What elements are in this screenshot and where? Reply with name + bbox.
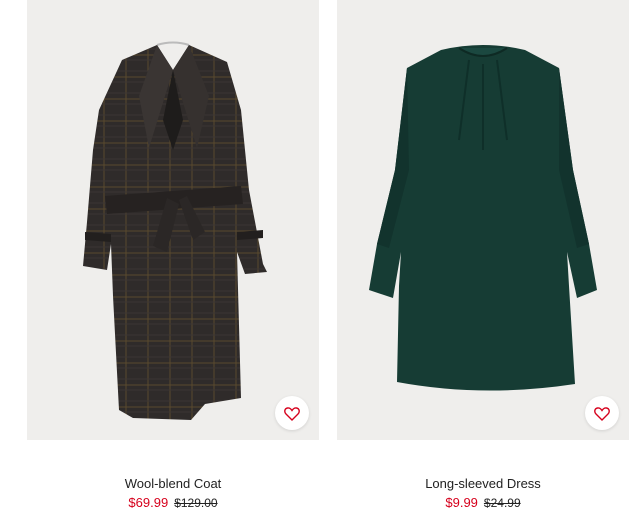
wool-coat-image	[83, 41, 267, 420]
original-price: $24.99	[483, 496, 521, 510]
green-dress-image	[369, 45, 597, 391]
favorite-button[interactable]	[585, 396, 619, 430]
original-price: $129.00	[174, 496, 218, 510]
heart-icon	[594, 406, 610, 421]
favorite-button[interactable]	[275, 396, 309, 430]
sale-price: $9.99	[445, 495, 478, 510]
product-card[interactable]: Wool-blend Coat $69.99 $129.00	[27, 0, 319, 511]
product-card[interactable]: Long-sleeved Dress $9.99 $24.99	[337, 0, 629, 511]
product-image[interactable]	[27, 0, 319, 440]
product-image[interactable]	[337, 0, 629, 440]
sale-price: $69.99	[128, 495, 169, 510]
product-title[interactable]: Long-sleeved Dress	[337, 476, 629, 492]
product-grid: Wool-blend Coat $69.99 $129.00 Long-slee…	[0, 0, 634, 512]
product-prices: $9.99 $24.99	[337, 495, 629, 511]
product-title[interactable]: Wool-blend Coat	[27, 476, 319, 492]
product-prices: $69.99 $129.00	[27, 495, 319, 511]
heart-icon	[284, 406, 300, 421]
